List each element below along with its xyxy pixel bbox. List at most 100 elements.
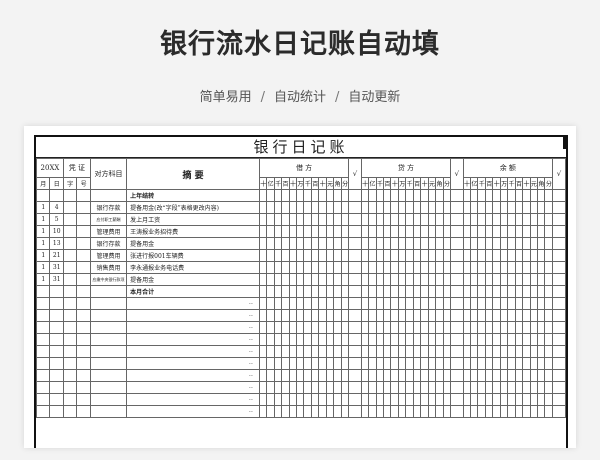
cell-zi: [62, 321, 78, 334]
amount-digit-cell: [258, 345, 268, 358]
amount-digit-cell: [258, 237, 268, 250]
cell-hao: [76, 381, 91, 394]
amount-digit-cell: [522, 273, 531, 286]
amount-digit-cell: [288, 321, 298, 334]
cell-month: [36, 189, 51, 202]
amount-digit-cell: [514, 213, 524, 226]
amount-digit-cell: [360, 249, 370, 262]
amount-digit-cell: [405, 381, 414, 394]
amount-digit-cell: [477, 189, 486, 202]
amount-digit-cell: [397, 381, 407, 394]
amount-digit-cell: [514, 261, 524, 274]
amount-digit-cell: [529, 381, 539, 394]
amount-digit-cell: [484, 285, 494, 298]
amount-digit-cell: [310, 201, 320, 214]
amount-digit-cell: [544, 297, 554, 310]
zi-header: 字: [62, 177, 78, 190]
amount-digit-cell: [536, 201, 546, 214]
table-row: --: [36, 309, 566, 322]
balance-digit-unit: 十: [462, 177, 472, 190]
amount-digit-cell: [507, 213, 516, 226]
amount-digit-cell: [484, 201, 494, 214]
amount-digit-cell: [340, 309, 350, 322]
cell-zi: [62, 237, 78, 250]
amount-digit-cell: [390, 189, 399, 202]
amount-digit-cell: [281, 249, 290, 262]
amount-digit-cell: [281, 273, 290, 286]
amount-digit-cell: [368, 297, 377, 310]
credit-digit-unit: 百: [383, 177, 392, 190]
amount-digit-cell: [325, 213, 335, 226]
cell-month: 1: [36, 213, 51, 226]
page-title: 银行流水日记账自动填: [160, 29, 440, 60]
cell-account: 银行存款: [89, 201, 128, 214]
amount-digit-cell: [420, 333, 429, 346]
amount-digit-cell: [383, 357, 392, 370]
cell-summary-mark: --: [126, 393, 260, 406]
amount-digit-cell: [427, 333, 437, 346]
amount-digit-cell: [273, 333, 283, 346]
amount-digit-cell: [368, 237, 377, 250]
table-row: --: [36, 405, 566, 418]
amount-digit-cell: [258, 381, 268, 394]
amount-digit-cell: [281, 201, 290, 214]
amount-digit-cell: [507, 261, 516, 274]
amount-digit-cell: [514, 309, 524, 322]
amount-digit-cell: [470, 237, 479, 250]
amount-digit-cell: [383, 297, 392, 310]
amount-digit-cell: [281, 189, 290, 202]
amount-digit-cell: [499, 357, 509, 370]
amount-digit-cell: [412, 345, 422, 358]
amount-digit-cell: [397, 309, 407, 322]
amount-digit-cell: [442, 309, 452, 322]
amount-digit-cell: [435, 273, 444, 286]
amount-digit-cell: [310, 345, 320, 358]
amount-digit-cell: [405, 345, 414, 358]
amount-digit-cell: [368, 201, 377, 214]
balance-digit-unit: 万: [499, 177, 509, 190]
cell-month: [36, 321, 51, 334]
amount-digit-cell: [442, 249, 452, 262]
amount-digit-cell: [507, 225, 516, 238]
amount-digit-cell: [383, 189, 392, 202]
amount-digit-cell: [368, 405, 377, 418]
amount-digit-cell: [383, 249, 392, 262]
amount-digit-cell: [470, 393, 479, 406]
amount-digit-cell: [258, 357, 268, 370]
amount-digit-cell: [405, 249, 414, 262]
balance-header: 余 额: [462, 158, 554, 178]
cell-day: 10: [49, 225, 64, 238]
amount-digit-cell: [266, 381, 275, 394]
cell-account: [89, 405, 128, 418]
amount-digit-cell: [383, 261, 392, 274]
amount-digit-cell: [499, 273, 509, 286]
amount-digit-cell: [522, 369, 531, 382]
table-row: --: [36, 321, 566, 334]
amount-digit-cell: [296, 333, 305, 346]
amount-digit-cell: [258, 225, 268, 238]
amount-digit-cell: [499, 261, 509, 274]
amount-digit-cell: [462, 405, 472, 418]
amount-digit-cell: [484, 213, 494, 226]
amount-digit-cell: [325, 405, 335, 418]
credit-digit-unit: 亿: [368, 177, 377, 190]
amount-digit-cell: [499, 333, 509, 346]
amount-digit-cell: [522, 381, 531, 394]
amount-digit-cell: [477, 225, 486, 238]
amount-digit-cell: [442, 201, 452, 214]
amount-digit-cell: [375, 381, 385, 394]
amount-digit-cell: [258, 249, 268, 262]
amount-digit-cell: [296, 297, 305, 310]
check-cell: [552, 357, 566, 370]
cell-zi: [62, 213, 78, 226]
amount-digit-cell: [522, 225, 531, 238]
amount-digit-cell: [318, 345, 327, 358]
amount-digit-cell: [360, 201, 370, 214]
cell-summary: 提备用金: [126, 273, 260, 286]
amount-digit-cell: [296, 261, 305, 274]
amount-digit-cell: [325, 309, 335, 322]
balance-digit-unit: 千: [507, 177, 516, 190]
cell-summary-mark: --: [126, 369, 260, 382]
amount-digit-cell: [477, 213, 486, 226]
amount-digit-cell: [529, 297, 539, 310]
